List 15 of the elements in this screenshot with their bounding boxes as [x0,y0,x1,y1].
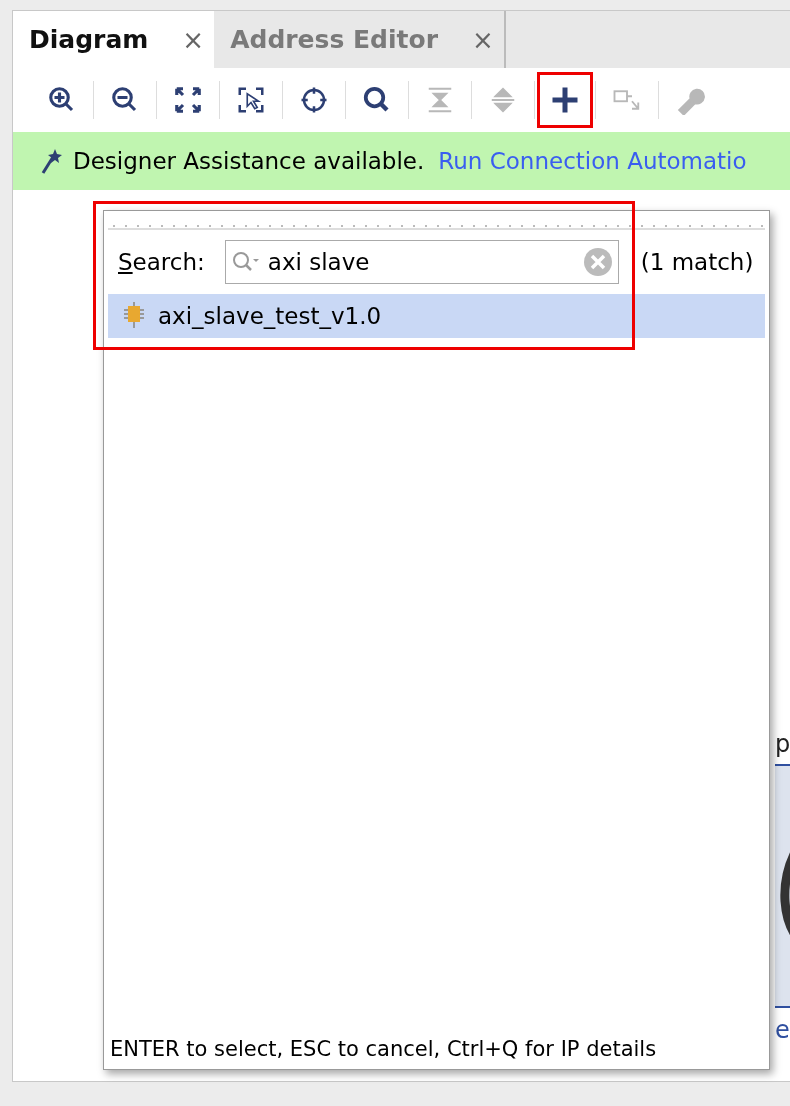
search-label: Search: [118,249,205,275]
ip-list-item[interactable]: axi_slave_test_v1.0 [108,294,765,338]
magic-wand-icon [39,147,63,175]
tab[interactable]: Address Editor × [214,11,506,68]
ip-core-icon [122,302,146,330]
close-icon[interactable]: × [182,24,205,55]
assistance-message: Designer Assistance available. [73,148,425,174]
port-label-fragment: e [775,1016,790,1044]
block-label-fragment: p [775,730,790,760]
close-icon[interactable]: × [472,24,494,55]
connection-automation-link[interactable]: Run Connection Automatio [438,148,747,174]
popup-hint: ENTER to select, ESC to cancel, Ctrl+Q for IP details [109,1037,658,1063]
search-field[interactable]: axi slave [224,240,619,284]
match-count: (1 match) [640,249,754,275]
tab[interactable]: Diagram × [13,11,215,68]
